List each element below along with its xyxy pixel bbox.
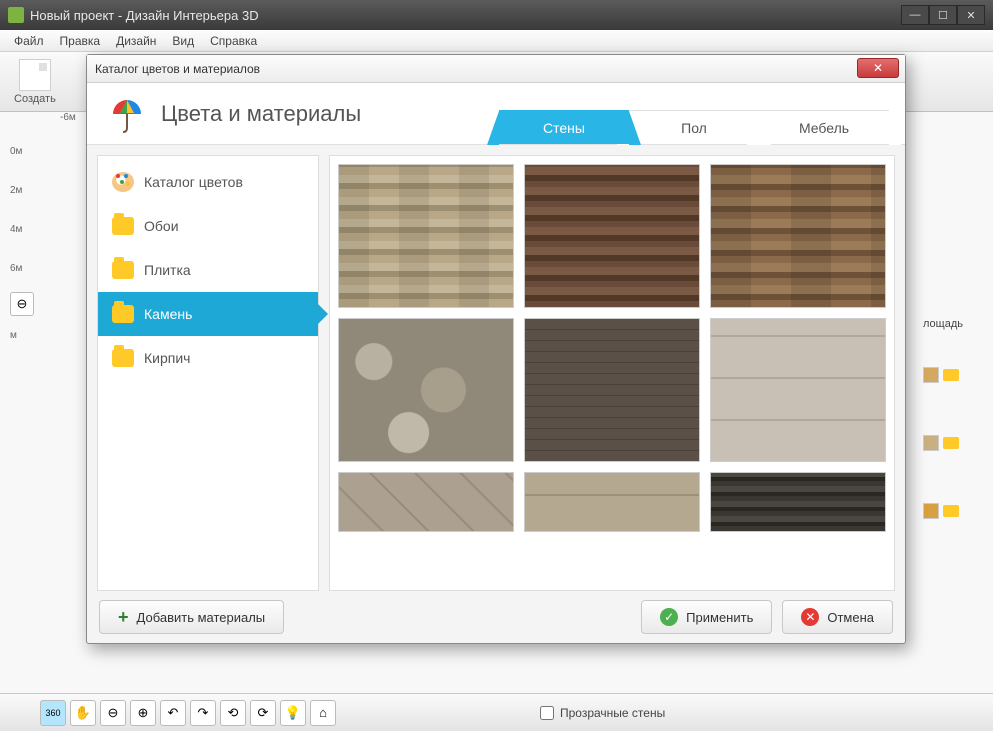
right-panel: лощадь xyxy=(923,312,983,520)
vertical-ruler: 0м 2м 4м 6м ⊖ м xyxy=(10,132,70,693)
app-icon xyxy=(8,7,24,23)
ruler-tick: 2м xyxy=(10,171,70,210)
menu-view[interactable]: Вид xyxy=(164,32,202,50)
material-swatch[interactable] xyxy=(524,472,700,532)
swatch-icon xyxy=(923,367,939,383)
dialog-footer: + Добавить материалы ✓ Применить ✕ Отмен… xyxy=(87,591,905,643)
window-title: Новый проект - Дизайн Интерьера 3D xyxy=(30,8,259,23)
transparent-walls-checkbox[interactable]: Прозрачные стены xyxy=(540,706,665,720)
area-label: лощадь xyxy=(923,312,983,336)
bottom-toolbar: 360 ✋ ⊖ ⊕ ↶ ↷ ⟲ ⟳ 💡 ⌂ Прозрачные стены xyxy=(0,693,993,731)
tab-walls[interactable]: Стены xyxy=(499,110,629,144)
sidebar-item-brick[interactable]: Кирпич xyxy=(98,336,318,380)
folder-icon xyxy=(112,349,134,367)
folder-icon[interactable] xyxy=(943,369,959,381)
sidebar-item-label: Плитка xyxy=(144,262,191,278)
view-360-button[interactable]: 360 xyxy=(40,700,66,726)
transparent-walls-input[interactable] xyxy=(540,706,554,720)
material-swatch[interactable] xyxy=(338,318,514,462)
tab-strip: Стены Пол Мебель xyxy=(499,110,889,144)
menu-edit[interactable]: Правка xyxy=(52,32,109,50)
add-materials-label: Добавить материалы xyxy=(137,610,266,625)
rotate-left-button[interactable]: ↶ xyxy=(160,700,186,726)
ruler-tick: м xyxy=(10,316,70,355)
material-swatch[interactable] xyxy=(524,164,700,308)
apply-label: Применить xyxy=(686,610,753,625)
cancel-label: Отмена xyxy=(827,610,874,625)
ruler-tick: 0м xyxy=(10,132,70,171)
dialog-body: Каталог цветов Обои Плитка Камень Кирпич xyxy=(87,145,905,591)
apply-button[interactable]: ✓ Применить xyxy=(641,600,772,634)
transparent-walls-label: Прозрачные стены xyxy=(560,706,665,720)
material-swatch[interactable] xyxy=(710,318,886,462)
rotate-right-button[interactable]: ↷ xyxy=(190,700,216,726)
ruler-top-label: -6м xyxy=(60,112,76,123)
folder-icon xyxy=(112,217,134,235)
tab-furniture[interactable]: Мебель xyxy=(759,110,889,144)
cancel-icon: ✕ xyxy=(801,608,819,626)
dialog-titlebar-text: Каталог цветов и материалов xyxy=(95,62,260,76)
maximize-button[interactable]: ☐ xyxy=(929,5,957,25)
menubar: Файл Правка Дизайн Вид Справка xyxy=(0,30,993,52)
ruler-tick: 6м xyxy=(10,249,70,288)
sidebar-item-label: Обои xyxy=(144,218,179,234)
new-file-icon xyxy=(19,59,51,91)
undo-button[interactable]: ⟲ xyxy=(220,700,246,726)
pan-button[interactable]: ✋ xyxy=(70,700,96,726)
redo-button[interactable]: ⟳ xyxy=(250,700,276,726)
sidebar-item-stone[interactable]: Камень xyxy=(98,292,318,336)
dialog-heading: Цвета и материалы xyxy=(161,101,361,127)
add-materials-button[interactable]: + Добавить материалы xyxy=(99,600,284,634)
create-button[interactable]: Создать xyxy=(8,57,62,107)
titlebar: Новый проект - Дизайн Интерьера 3D — ☐ ✕ xyxy=(0,0,993,30)
sidebar-item-tile[interactable]: Плитка xyxy=(98,248,318,292)
folder-icon[interactable] xyxy=(943,505,959,517)
material-grid xyxy=(338,164,886,532)
category-sidebar: Каталог цветов Обои Плитка Камень Кирпич xyxy=(97,155,319,591)
material-swatch[interactable] xyxy=(524,318,700,462)
home-button[interactable]: ⌂ xyxy=(310,700,336,726)
ruler-tick: 4м xyxy=(10,210,70,249)
sidebar-item-label: Каталог цветов xyxy=(144,174,243,190)
material-swatch[interactable] xyxy=(710,472,886,532)
swatch-icon xyxy=(923,435,939,451)
material-swatch[interactable] xyxy=(710,164,886,308)
menu-file[interactable]: Файл xyxy=(6,32,52,50)
zoom-out-button[interactable]: ⊖ xyxy=(10,292,34,316)
material-swatch[interactable] xyxy=(338,164,514,308)
tab-floor[interactable]: Пол xyxy=(629,110,759,144)
folder-icon[interactable] xyxy=(943,437,959,449)
cancel-button[interactable]: ✕ Отмена xyxy=(782,600,893,634)
sidebar-item-wallpaper[interactable]: Обои xyxy=(98,204,318,248)
material-swatch[interactable] xyxy=(338,472,514,532)
palette-icon xyxy=(112,172,134,192)
material-gallery[interactable] xyxy=(329,155,895,591)
menu-design[interactable]: Дизайн xyxy=(108,32,164,50)
sidebar-item-label: Кирпич xyxy=(144,350,190,366)
close-button[interactable]: ✕ xyxy=(957,5,985,25)
folder-icon xyxy=(112,305,134,323)
check-icon: ✓ xyxy=(660,608,678,626)
minimize-button[interactable]: — xyxy=(901,5,929,25)
menu-help[interactable]: Справка xyxy=(202,32,265,50)
umbrella-icon xyxy=(107,94,147,134)
materials-dialog: Каталог цветов и материалов ✕ Цвета и ма… xyxy=(86,54,906,644)
sidebar-item-catalog[interactable]: Каталог цветов xyxy=(98,160,318,204)
dialog-titlebar: Каталог цветов и материалов ✕ xyxy=(87,55,905,83)
zoom-out-button[interactable]: ⊖ xyxy=(100,700,126,726)
dialog-close-button[interactable]: ✕ xyxy=(857,58,899,78)
create-label: Создать xyxy=(14,93,56,105)
plus-icon: + xyxy=(118,607,129,628)
dialog-header: Цвета и материалы Стены Пол Мебель xyxy=(87,83,905,145)
folder-icon xyxy=(112,261,134,279)
sidebar-item-label: Камень xyxy=(144,306,192,322)
light-button[interactable]: 💡 xyxy=(280,700,306,726)
window-controls: — ☐ ✕ xyxy=(901,5,985,25)
zoom-in-button[interactable]: ⊕ xyxy=(130,700,156,726)
swatch-icon xyxy=(923,503,939,519)
